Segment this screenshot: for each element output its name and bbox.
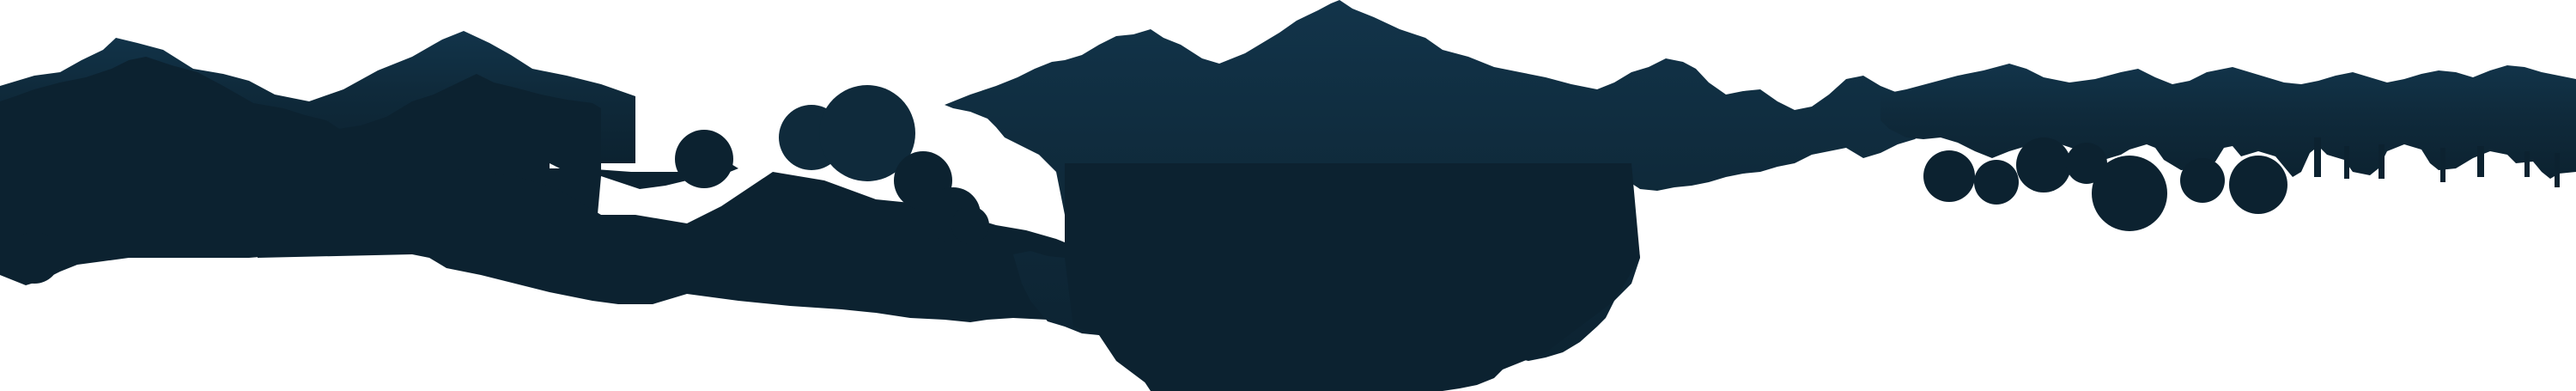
mountain-silhouette-banner <box>0 0 2576 391</box>
boulder-right-5 <box>2092 156 2167 231</box>
silhouette-art <box>0 0 2576 391</box>
boulder-right-6 <box>2180 158 2225 203</box>
boulder-left-2 <box>675 130 733 188</box>
boulder-left-1 <box>9 232 60 284</box>
boulder-right-3 <box>2016 137 2071 192</box>
boulder-right-2 <box>1974 160 2019 205</box>
right-ridge <box>1880 64 2576 179</box>
boulder-right-1 <box>1923 150 1975 202</box>
lower-slope <box>258 163 1116 325</box>
boulder-left-7 <box>951 206 989 244</box>
boulder-right-7 <box>2229 156 2287 214</box>
